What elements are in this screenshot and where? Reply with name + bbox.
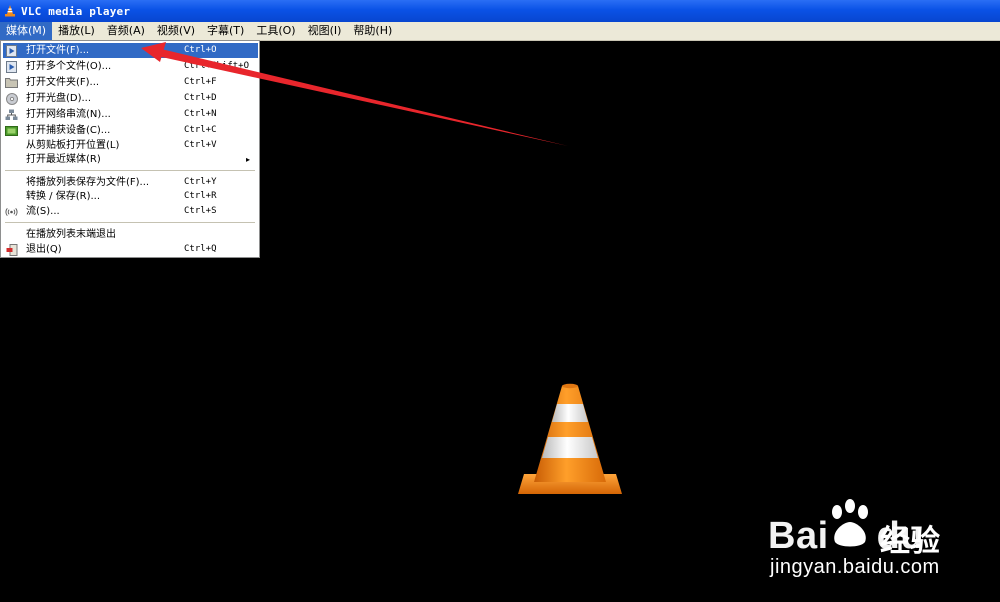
menu-subtitle[interactable]: 字幕(T) [201,22,250,40]
network-icon [5,108,18,121]
vlc-cone-logo [518,383,622,494]
menu-item-open-network-stream[interactable]: 打开网络串流(N)... Ctrl+N [3,107,258,122]
menu-item-open-disc[interactable]: 打开光盘(D)... Ctrl+D [3,91,258,106]
menu-item-open-capture-device[interactable]: 打开捕获设备(C)... Ctrl+C [3,123,258,138]
title-bar: VLC media player [0,0,1000,22]
menu-item-save-playlist[interactable]: 将播放列表保存为文件(F)... Ctrl+Y [3,175,258,190]
media-dropdown-menu: 打开文件(F)... Ctrl+O 打开多个文件(O)... Ctrl+Shif… [0,40,260,258]
baidu-paw-icon [832,499,868,547]
menu-video[interactable]: 视频(V) [151,22,201,40]
menu-item-open-multiple-files[interactable]: 打开多个文件(O)... Ctrl+Shift+O [3,59,258,74]
menu-separator [5,222,255,224]
folder-icon [5,76,18,89]
menu-help[interactable]: 帮助(H) [347,22,398,40]
menu-tools[interactable]: 工具(O) [250,22,301,40]
watermark-url: jingyan.baidu.com [770,556,940,578]
play-file-icon [5,44,18,57]
menu-playback[interactable]: 播放(L) [52,22,101,40]
window-title: VLC media player [21,4,131,18]
menu-item-open-folder[interactable]: 打开文件夹(F)... Ctrl+F [3,75,258,90]
menu-audio[interactable]: 音频(A) [101,22,151,40]
vlc-app-icon [5,5,15,17]
capture-device-icon [5,124,18,137]
watermark-chinese-text: 经验 [880,524,940,559]
menu-item-convert-save[interactable]: 转换 / 保存(R)... Ctrl+R [3,189,258,204]
exit-icon [5,243,18,256]
menu-media[interactable]: 媒体(M) [0,22,53,40]
menu-item-quit[interactable]: 退出(Q) Ctrl+Q [3,242,258,257]
menu-item-quit-at-end-of-playlist[interactable]: 在播放列表末端退出 [3,227,258,242]
menu-bar: 媒体(M) 播放(L) 音频(A) 视频(V) 字幕(T) 工具(O) 视图(I… [0,22,1000,41]
multiple-files-icon [5,60,18,73]
menu-item-open-file[interactable]: 打开文件(F)... Ctrl+O [3,43,258,58]
menu-item-open-from-clipboard[interactable]: 从剪贴板打开位置(L) Ctrl+V [3,138,258,153]
menu-item-open-recent-media[interactable]: 打开最近媒体(R) ▸ [3,152,258,167]
menu-view[interactable]: 视图(I) [302,22,348,40]
menu-item-stream[interactable]: 流(S)... Ctrl+S [3,204,258,219]
disc-icon [5,92,18,105]
submenu-arrow-icon: ▸ [246,155,251,164]
menu-separator [5,170,255,172]
stream-icon [5,205,18,218]
